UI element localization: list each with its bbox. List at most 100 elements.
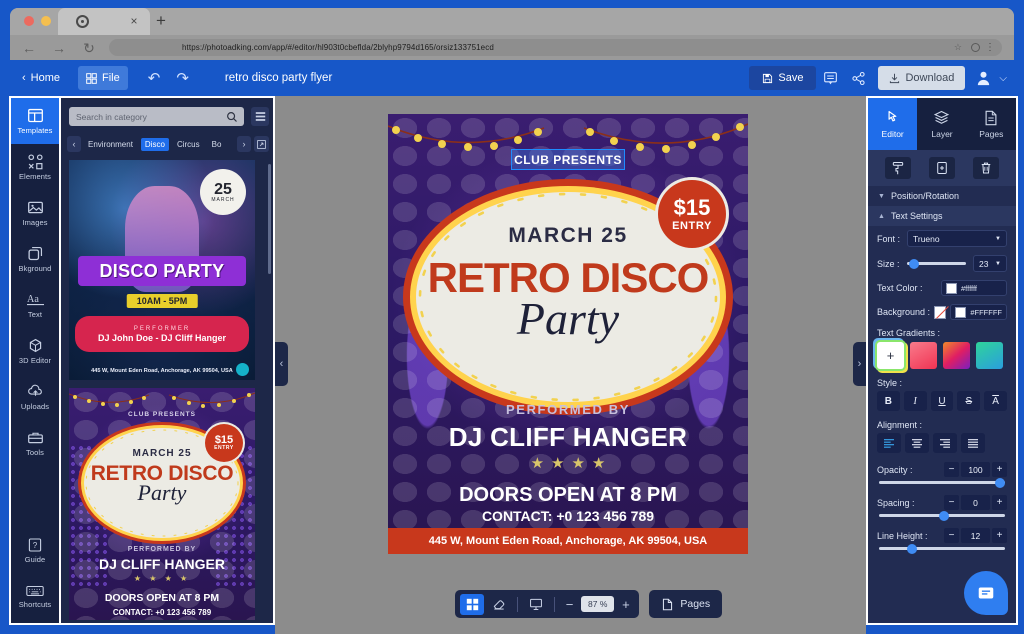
eraser-button[interactable] [487, 594, 511, 615]
size-select[interactable]: 23 ▼ [973, 255, 1007, 272]
line-height-decrease-button[interactable]: − [944, 528, 959, 543]
background-color-field[interactable]: #FFFFFF [950, 304, 1007, 320]
flyer-design[interactable]: CLUB PRESENTS MARCH 25 RETRO DISCO Party… [388, 114, 748, 554]
tab-editor[interactable]: Editor [868, 98, 918, 150]
zoom-level[interactable]: 87 % [581, 596, 615, 612]
pages-button[interactable]: Pages [649, 590, 723, 618]
gradient-swatch[interactable] [910, 342, 937, 369]
bold-button[interactable]: B [877, 391, 900, 411]
gradient-swatch[interactable] [943, 342, 970, 369]
home-button[interactable]: ‹ Home [14, 66, 68, 90]
address-bar[interactable]: 445 W, Mount Eden Road, Anchorage, AK 99… [388, 528, 748, 554]
underline-button[interactable]: U [930, 391, 954, 411]
spacing-increase-button[interactable]: + [992, 495, 1007, 510]
line-height-value[interactable]: 12 [961, 528, 990, 543]
delete-button[interactable] [973, 157, 999, 179]
document-title[interactable]: retro disco party flyer [225, 72, 332, 84]
background-color-swatch[interactable] [955, 306, 967, 318]
spacing-decrease-button[interactable]: − [944, 495, 959, 510]
spacing-slider[interactable] [879, 510, 1005, 521]
close-window-button[interactable] [24, 16, 34, 26]
opacity-slider[interactable] [879, 477, 1005, 488]
sidebar-item-templates[interactable]: Templates [11, 98, 59, 144]
save-button[interactable]: Save [749, 66, 817, 90]
browser-menu-icon[interactable]: ⋮ [985, 43, 995, 53]
category-expand-button[interactable] [254, 136, 269, 152]
size-slider-knob[interactable] [909, 258, 919, 269]
sidebar-item-tools[interactable]: Tools [11, 420, 59, 466]
user-account[interactable]: ⌵ [975, 70, 1012, 87]
close-tab-icon[interactable]: × [128, 15, 140, 27]
file-button[interactable]: File [78, 66, 128, 90]
align-right-button[interactable] [933, 433, 957, 453]
sidebar-item-3d-editor[interactable]: 3D Editor [11, 328, 59, 374]
sidebar-item-shortcuts[interactable]: Shortcuts [11, 573, 59, 619]
profile-icon[interactable] [971, 43, 980, 52]
line-height-increase-button[interactable]: + [992, 528, 1007, 543]
redo-button[interactable]: ↷ [168, 66, 197, 90]
share-button[interactable] [844, 66, 872, 90]
canvas-area[interactable]: CLUB PRESENTS MARCH 25 RETRO DISCO Party… [275, 96, 866, 634]
search-button[interactable] [223, 109, 241, 124]
minimize-window-button[interactable] [41, 16, 51, 26]
zoom-out-button[interactable]: − [561, 597, 578, 612]
sidebar-item-text[interactable]: Aa Text [11, 282, 59, 328]
tab-pages[interactable]: Pages [967, 98, 1016, 150]
flyer-script[interactable]: Party [388, 292, 748, 345]
category-prev-button[interactable]: ‹ [67, 136, 81, 152]
duplicate-button[interactable] [929, 157, 955, 179]
forward-icon[interactable]: → [48, 37, 70, 59]
spacing-value[interactable]: 0 [961, 495, 990, 510]
text-color-swatch[interactable] [946, 282, 957, 294]
club-presents-text[interactable]: CLUB PRESENTS [511, 149, 625, 170]
size-slider[interactable] [907, 258, 966, 269]
opacity-value[interactable]: 100 [961, 462, 990, 477]
strikethrough-button[interactable]: S [957, 391, 981, 411]
flyer-canvas[interactable]: CLUB PRESENTS MARCH 25 RETRO DISCO Party… [388, 114, 748, 554]
view-toggle-button[interactable] [251, 107, 269, 126]
comments-button[interactable] [816, 66, 844, 90]
category-environment[interactable]: Environment [84, 138, 137, 151]
line-height-slider-knob[interactable] [906, 543, 917, 554]
search-in-category[interactable] [69, 107, 244, 126]
category-bo[interactable]: Bo [208, 138, 226, 151]
contact[interactable]: CONTACT: +0 123 456 789 [388, 508, 748, 524]
align-center-button[interactable] [905, 433, 929, 453]
browser-tab[interactable]: × [58, 8, 150, 35]
template-card[interactable]: 25 MARCH DISCO PARTY 10AM - 5PM PERFORME… [69, 160, 255, 380]
template-results[interactable]: 25 MARCH DISCO PARTY 10AM - 5PM PERFORME… [69, 160, 267, 623]
opacity-increase-button[interactable]: + [992, 462, 1007, 477]
spacing-slider-knob[interactable] [939, 510, 950, 521]
account-chevron-icon[interactable]: ⌵ [994, 73, 1012, 84]
add-gradient-button[interactable]: + [877, 342, 904, 369]
sidebar-item-images[interactable]: Images [11, 190, 59, 236]
reload-icon[interactable]: ↻ [78, 37, 100, 59]
zoom-in-button[interactable]: + [617, 597, 634, 612]
entry-badge[interactable]: $15 ENTRY [658, 180, 726, 248]
format-painter-button[interactable] [885, 157, 911, 179]
font-select[interactable]: Trueno ▼ [907, 230, 1007, 247]
category-disco[interactable]: Disco [140, 137, 169, 151]
italic-button[interactable]: I [903, 391, 927, 411]
opacity-decrease-button[interactable]: − [944, 462, 959, 477]
back-icon[interactable]: ← [18, 37, 40, 59]
sidebar-item-background[interactable]: Bkground [11, 236, 59, 282]
present-button[interactable] [524, 594, 548, 615]
grid-toggle-button[interactable] [460, 593, 484, 615]
tab-layer[interactable]: Layer [917, 98, 966, 150]
chat-support-button[interactable] [964, 571, 1008, 615]
rating-stars[interactable]: ★★★★ [388, 454, 748, 472]
section-text-settings[interactable]: ▲ Text Settings [868, 206, 1016, 226]
category-next-button[interactable]: › [237, 136, 251, 152]
performed-by[interactable]: PERFORMED BY [388, 402, 748, 417]
background-none-swatch[interactable] [934, 305, 947, 319]
download-button[interactable]: Download [878, 66, 966, 90]
section-position-rotation[interactable]: ▼ Position/Rotation [868, 186, 1016, 206]
opacity-slider-knob[interactable] [995, 477, 1005, 488]
uppercase-button[interactable]: A [984, 391, 1007, 411]
sidebar-item-guide[interactable]: ? Guide [11, 527, 59, 573]
new-tab-button[interactable]: + [152, 12, 170, 30]
gradient-swatch[interactable] [976, 342, 1003, 369]
panel-scrollbar[interactable] [268, 164, 271, 274]
align-justify-button[interactable] [961, 433, 985, 453]
